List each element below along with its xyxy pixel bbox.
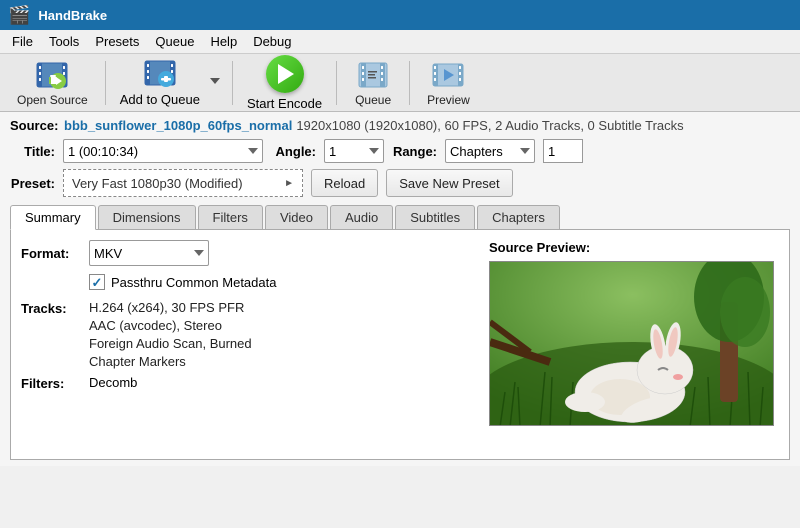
start-encode-label: Start Encode xyxy=(247,96,322,111)
tracks-row: Tracks: H.264 (x264), 30 FPS PFR AAC (av… xyxy=(21,300,473,369)
tab-video[interactable]: Video xyxy=(265,205,328,229)
tab-subtitles[interactable]: Subtitles xyxy=(395,205,475,229)
tab-content-summary: Format: MKV ✓ Passthru Common Metadata T… xyxy=(10,230,790,460)
menu-presets[interactable]: Presets xyxy=(87,32,147,51)
filters-row: Filters: Decomb xyxy=(21,375,473,391)
track-1: H.264 (x264), 30 FPS PFR xyxy=(89,300,252,315)
play-button-circle[interactable] xyxy=(266,55,304,93)
separator-4 xyxy=(409,61,410,105)
filters-value: Decomb xyxy=(89,375,137,391)
track-3: Foreign Audio Scan, Burned xyxy=(89,336,252,351)
tab-chapters[interactable]: Chapters xyxy=(477,205,560,229)
add-to-queue-dropdown[interactable] xyxy=(206,74,224,92)
title-label: Title: xyxy=(10,144,55,159)
tab-summary[interactable]: Summary xyxy=(10,205,96,230)
menu-tools[interactable]: Tools xyxy=(41,32,87,51)
content-area: Source: bbb_sunflower_1080p_60fps_normal… xyxy=(0,112,800,466)
app-title: HandBrake xyxy=(38,8,107,23)
toolbar: Open Source xyxy=(0,54,800,112)
preset-text: Very Fast 1080p30 (Modified) xyxy=(72,176,243,191)
menu-help[interactable]: Help xyxy=(202,32,245,51)
open-source-icon xyxy=(36,59,68,91)
preset-label: Preset: xyxy=(10,176,55,191)
angle-select[interactable]: 1 xyxy=(324,139,384,163)
tab-audio[interactable]: Audio xyxy=(330,205,393,229)
preview-label: Preview xyxy=(427,93,470,107)
add-to-queue-button[interactable]: Add to Queue xyxy=(114,55,206,111)
preview-icon xyxy=(432,59,464,91)
summary-left-panel: Format: MKV ✓ Passthru Common Metadata T… xyxy=(21,240,473,449)
title-bar: 🎬 HandBrake xyxy=(0,0,800,30)
menu-queue[interactable]: Queue xyxy=(147,32,202,51)
queue-icon xyxy=(357,59,389,91)
format-select[interactable]: MKV xyxy=(89,240,209,266)
passthru-label: Passthru Common Metadata xyxy=(111,275,276,290)
passthru-checkbox[interactable]: ✓ xyxy=(89,274,105,290)
angle-label: Angle: xyxy=(271,144,316,159)
source-row: Source: bbb_sunflower_1080p_60fps_normal… xyxy=(10,118,790,133)
menu-bar: File Tools Presets Queue Help Debug xyxy=(0,30,800,54)
tab-dimensions[interactable]: Dimensions xyxy=(98,205,196,229)
queue-button[interactable]: Queue xyxy=(345,54,401,112)
passthru-checkbox-row: ✓ Passthru Common Metadata xyxy=(89,274,473,290)
range-start-input[interactable] xyxy=(543,139,583,163)
open-source-label: Open Source xyxy=(17,93,88,107)
source-info: 1920x1080 (1920x1080), 60 FPS, 2 Audio T… xyxy=(296,118,683,133)
open-source-button[interactable]: Open Source xyxy=(8,54,97,112)
source-preview-image xyxy=(489,261,774,426)
add-to-queue-split[interactable]: Add to Queue xyxy=(114,55,224,111)
preset-row: Preset: Very Fast 1080p30 (Modified) ► R… xyxy=(10,169,790,197)
source-preview-label: Source Preview: xyxy=(489,240,779,255)
source-filename: bbb_sunflower_1080p_60fps_normal xyxy=(64,118,292,133)
tabs-bar: Summary Dimensions Filters Video Audio S… xyxy=(10,205,790,230)
track-4: Chapter Markers xyxy=(89,354,252,369)
save-new-preset-button[interactable]: Save New Preset xyxy=(386,169,512,197)
tab-filters[interactable]: Filters xyxy=(198,205,263,229)
separator-1 xyxy=(105,61,106,105)
title-row: Title: 1 (00:10:34) Angle: 1 Range: Chap… xyxy=(10,139,790,163)
source-label: Source: xyxy=(10,118,60,133)
app-icon: 🎬 xyxy=(8,5,30,26)
play-icon xyxy=(278,64,294,84)
format-label: Format: xyxy=(21,246,81,261)
track-2: AAC (avcodec), Stereo xyxy=(89,318,252,333)
menu-debug[interactable]: Debug xyxy=(245,32,299,51)
separator-2 xyxy=(232,61,233,105)
tracks-values: H.264 (x264), 30 FPS PFR AAC (avcodec), … xyxy=(89,300,252,369)
range-label: Range: xyxy=(392,144,437,159)
separator-3 xyxy=(336,61,337,105)
checkbox-check-icon: ✓ xyxy=(92,276,103,289)
queue-label: Queue xyxy=(355,93,391,107)
preview-button[interactable]: Preview xyxy=(418,54,479,112)
title-select[interactable]: 1 (00:10:34) xyxy=(63,139,263,163)
preset-dropdown[interactable]: Very Fast 1080p30 (Modified) ► xyxy=(63,169,303,197)
source-preview-panel: Source Preview: xyxy=(489,240,779,449)
tracks-label: Tracks: xyxy=(21,300,81,369)
menu-file[interactable]: File xyxy=(4,32,41,51)
add-to-queue-label: Add to Queue xyxy=(120,92,200,107)
start-encode-button[interactable]: Start Encode xyxy=(241,53,328,113)
dropdown-arrow-icon xyxy=(210,78,220,84)
add-to-queue-icon xyxy=(144,59,176,90)
range-select[interactable]: Chapters xyxy=(445,139,535,163)
reload-button[interactable]: Reload xyxy=(311,169,378,197)
format-row: Format: MKV xyxy=(21,240,473,266)
filters-label: Filters: xyxy=(21,375,81,391)
preset-arrow-icon: ► xyxy=(284,178,294,189)
